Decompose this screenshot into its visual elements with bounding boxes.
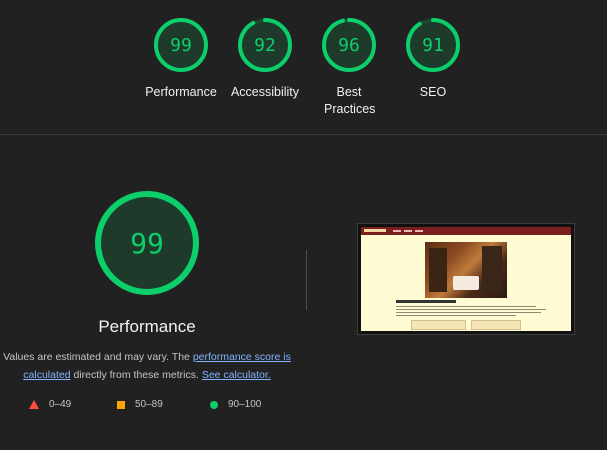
gauge-score: 99 — [170, 34, 192, 56]
thumb-text-line — [396, 312, 541, 313]
desc-text: directly from these metrics. — [70, 369, 202, 381]
thumb-nav-link — [404, 230, 412, 232]
gauge-score: 96 — [338, 34, 360, 56]
performance-score-large: 99 — [130, 226, 164, 260]
final-screenshot-thumbnail[interactable] — [357, 223, 575, 335]
triangle-icon — [29, 400, 39, 409]
category-gauges: 99 Performance 92 Accessibility 96 Best … — [0, 0, 607, 134]
screenshot-image — [361, 227, 571, 331]
gauge-label: Performance — [145, 85, 217, 99]
thumb-photo-detail — [482, 246, 502, 292]
performance-title: Performance — [98, 317, 196, 336]
legend-pass: 90–100 — [210, 399, 261, 410]
legend-fail-label: 0–49 — [49, 399, 72, 410]
thumb-text-line — [396, 309, 546, 310]
performance-gauge-large: 99 — [93, 189, 201, 297]
circle-icon — [210, 400, 218, 409]
thumb-text-line — [396, 315, 516, 316]
thumb-navbar — [361, 227, 571, 235]
legend-fail: 0–49 — [29, 399, 71, 410]
square-icon — [117, 400, 125, 409]
section-divider — [0, 134, 607, 135]
legend-pass-label: 90–100 — [228, 399, 262, 410]
thumb-brand — [364, 229, 386, 232]
thumb-card — [471, 320, 521, 330]
lighthouse-report: 99 Performance 92 Accessibility 96 Best … — [0, 0, 607, 450]
gauge-label: Accessibility — [230, 85, 300, 99]
gauge-label: Best Practices — [324, 85, 376, 116]
thumb-photo-detail — [429, 248, 447, 292]
thumb-heading — [396, 300, 456, 303]
thumb-card — [411, 320, 466, 330]
gauge-score: 92 — [254, 34, 276, 56]
legend-average-label: 50–89 — [135, 399, 163, 410]
score-legend: 0–49 50–89 90–100 — [0, 399, 294, 413]
thumb-photo-detail — [453, 276, 479, 290]
legend-average: 50–89 — [117, 399, 163, 410]
vertical-separator — [306, 250, 307, 310]
gauge-score: 91 — [422, 34, 444, 56]
gauge-seo[interactable]: 91 SEO — [388, 17, 478, 101]
performance-description: Values are estimated and may vary. The p… — [0, 348, 294, 384]
gauge-label: SEO — [419, 85, 447, 99]
see-calculator-link[interactable]: See calculator. — [202, 369, 271, 381]
thumb-restaurant-photo — [425, 242, 507, 298]
thumb-nav-link — [393, 230, 401, 232]
gauge-performance[interactable]: 99 Performance — [136, 17, 226, 101]
gauge-accessibility[interactable]: 92 Accessibility — [220, 17, 310, 101]
thumb-nav-link — [415, 230, 423, 232]
gauge-best-practices[interactable]: 96 Best Practices — [304, 17, 394, 118]
desc-text: Values are estimated and may vary. The — [3, 351, 193, 363]
thumb-text-line — [396, 306, 536, 307]
